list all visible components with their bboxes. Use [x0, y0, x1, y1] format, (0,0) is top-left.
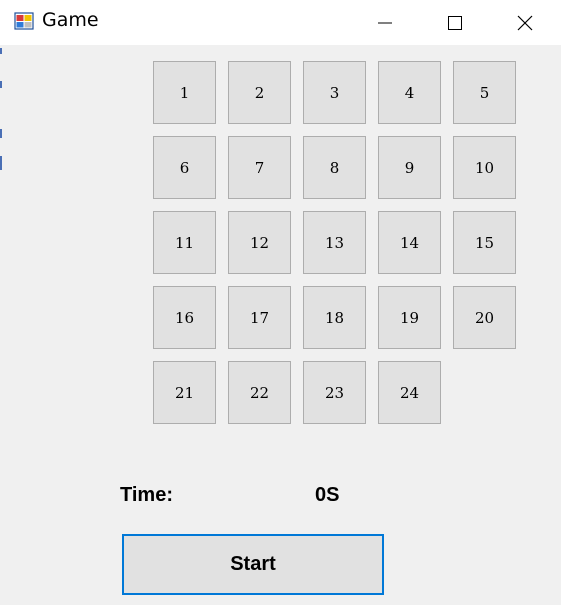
time-value: 0S [315, 484, 340, 506]
puzzle-tile[interactable]: 9 [378, 136, 441, 199]
puzzle-tile[interactable]: 4 [378, 61, 441, 124]
start-button[interactable]: Start [122, 534, 384, 595]
edge-artifact [0, 81, 2, 88]
window-title: Game [42, 9, 99, 31]
puzzle-tile[interactable]: 7 [228, 136, 291, 199]
puzzle-tile[interactable]: 15 [453, 211, 516, 274]
close-icon [517, 15, 533, 30]
puzzle-tile[interactable]: 22 [228, 361, 291, 424]
puzzle-tile[interactable]: 12 [228, 211, 291, 274]
minimize-icon [378, 22, 392, 23]
edge-artifact [0, 156, 2, 170]
puzzle-tile[interactable]: 8 [303, 136, 366, 199]
edge-artifact [0, 129, 2, 138]
puzzle-tile[interactable]: 23 [303, 361, 366, 424]
time-label: Time: [120, 484, 173, 506]
close-button[interactable] [490, 0, 560, 45]
puzzle-tile[interactable]: 24 [378, 361, 441, 424]
minimize-button[interactable] [350, 0, 420, 45]
puzzle-tile[interactable]: 16 [153, 286, 216, 349]
puzzle-tile[interactable]: 5 [453, 61, 516, 124]
puzzle-tile[interactable]: 11 [153, 211, 216, 274]
maximize-button[interactable] [420, 0, 490, 45]
puzzle-tile[interactable]: 14 [378, 211, 441, 274]
maximize-icon [448, 15, 462, 30]
puzzle-tile[interactable]: 13 [303, 211, 366, 274]
puzzle-tile[interactable]: 20 [453, 286, 516, 349]
puzzle-tile[interactable]: 2 [228, 61, 291, 124]
puzzle-tile[interactable]: 18 [303, 286, 366, 349]
puzzle-tile[interactable]: 17 [228, 286, 291, 349]
puzzle-board: 1 2 3 4 5 6 7 8 9 10 11 12 13 14 15 16 1… [153, 61, 523, 431]
edge-artifact [0, 48, 2, 54]
app-icon [14, 12, 34, 30]
puzzle-tile[interactable]: 3 [303, 61, 366, 124]
title-bar[interactable]: Game [0, 0, 561, 45]
puzzle-tile[interactable]: 19 [378, 286, 441, 349]
game-window: Game 1 2 3 4 5 6 7 8 9 10 11 12 13 14 15… [0, 0, 561, 605]
puzzle-tile[interactable]: 10 [453, 136, 516, 199]
puzzle-tile[interactable]: 6 [153, 136, 216, 199]
puzzle-tile[interactable]: 1 [153, 61, 216, 124]
window-left-edge [0, 45, 3, 605]
puzzle-tile[interactable]: 21 [153, 361, 216, 424]
